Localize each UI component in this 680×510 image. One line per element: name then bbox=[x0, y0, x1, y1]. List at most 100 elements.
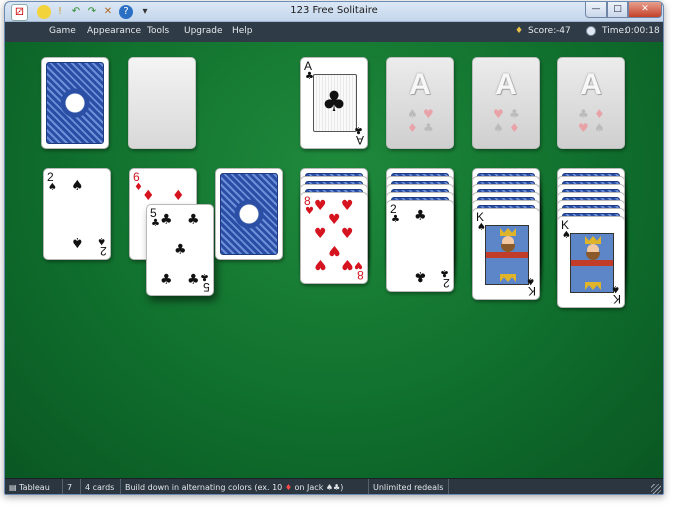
tableau-6-king-spades[interactable]: K ♠ K ♠ bbox=[472, 208, 540, 300]
placeholder-spade-icon: ♠ bbox=[493, 121, 504, 135]
foundation-a-mark: A bbox=[580, 68, 602, 101]
card-pip: ♣ bbox=[160, 272, 173, 288]
card-rank: K bbox=[612, 292, 621, 306]
crown-icon bbox=[585, 282, 601, 290]
crown-icon bbox=[500, 228, 516, 236]
card-rank: 2 bbox=[443, 276, 450, 290]
placeholder-club-icon: ♣ bbox=[509, 107, 520, 121]
tableau-icon: ▤ bbox=[9, 483, 20, 492]
tools-icon[interactable]: ✕ bbox=[101, 5, 115, 19]
card-pip: ♠ bbox=[71, 178, 84, 194]
status-column: 7 bbox=[63, 479, 81, 494]
redo-icon[interactable]: ↷ bbox=[85, 5, 99, 19]
tableau-3-face-down[interactable] bbox=[215, 168, 283, 260]
card-pip: ♥ bbox=[314, 198, 327, 214]
foundation-a-mark: A bbox=[495, 68, 517, 101]
new-game-icon[interactable] bbox=[37, 5, 51, 19]
placeholder-heart-icon: ♥ bbox=[493, 107, 504, 121]
card-pip: ♥ bbox=[341, 198, 354, 214]
card-rank: A bbox=[355, 133, 364, 147]
card-suit: ♠ bbox=[526, 275, 535, 286]
game-table: A ♣ ♣ A ♣ A ♠ ♥ ♦ ♣ A ♥ ♣ ♠ ♦ A ♣ ♦ ♥ ♠ bbox=[5, 42, 663, 478]
card-rank: 8 bbox=[357, 268, 364, 282]
resize-grip-icon[interactable] bbox=[651, 484, 661, 494]
score-value: -47 bbox=[556, 26, 571, 36]
menu-bar: Game Appearance Tools Upgrade Help ♦ Sco… bbox=[5, 22, 663, 42]
placeholder-heart-icon: ♥ bbox=[578, 121, 589, 135]
card-suit: ♠ bbox=[611, 283, 620, 294]
status-redeals: Unlimited redeals bbox=[369, 479, 449, 494]
king-beard bbox=[501, 244, 515, 252]
card-pip: ♥ bbox=[328, 242, 341, 258]
maximize-button[interactable]: □ bbox=[607, 2, 628, 18]
placeholder-spade-icon: ♠ bbox=[407, 107, 418, 121]
card-pip: ♣ bbox=[414, 268, 427, 284]
minimize-button[interactable]: — bbox=[585, 2, 607, 18]
menu-tools[interactable]: Tools bbox=[147, 26, 169, 36]
score-label: Score: bbox=[528, 26, 557, 36]
foundation-empty-3[interactable]: A ♥ ♣ ♠ ♦ bbox=[472, 57, 540, 149]
card-suit: ♥ bbox=[305, 206, 314, 217]
close-button[interactable]: ✕ bbox=[628, 2, 662, 18]
status-mode: ▤ Tableau bbox=[5, 479, 63, 494]
time-value: 0:00:18 bbox=[625, 26, 660, 36]
waste-pile-empty[interactable] bbox=[128, 57, 196, 149]
card-pip: ♣ bbox=[414, 208, 427, 224]
foundation-empty-2[interactable]: A ♠ ♥ ♦ ♣ bbox=[386, 57, 454, 149]
card-pip: ♥ bbox=[328, 212, 341, 228]
placeholder-diamond-icon: ♦ bbox=[594, 107, 605, 121]
undo-icon[interactable]: ↶ bbox=[69, 5, 83, 19]
customize-dropdown-icon[interactable]: ▾ bbox=[141, 5, 149, 19]
crown-icon bbox=[585, 236, 601, 244]
king-portrait bbox=[570, 233, 614, 293]
help-icon[interactable]: ? bbox=[119, 5, 133, 19]
menu-upgrade[interactable]: Upgrade bbox=[184, 26, 222, 36]
tableau-7-king-spades[interactable]: K ♠ K ♠ bbox=[557, 216, 625, 308]
stock-pile[interactable] bbox=[41, 57, 109, 149]
tableau-5-two-clubs[interactable]: 2 ♣ ♣ ♣ 2 ♣ bbox=[386, 200, 454, 292]
time-label: Time: bbox=[602, 26, 628, 36]
card-suit: ♠ bbox=[48, 182, 57, 193]
card-pip: ♥ bbox=[314, 256, 327, 272]
card-suit: ♣ bbox=[354, 124, 363, 135]
card-suit: ♣ bbox=[391, 214, 400, 225]
card-rank: 2 bbox=[100, 244, 107, 258]
title-bar: ⚂ ! ↶ ↷ ✕ ? ▾ 123 Free Solitaire — □ ✕ bbox=[5, 2, 663, 22]
foundation-ace-clubs[interactable]: A ♣ ♣ A ♣ bbox=[300, 57, 368, 149]
placeholder-club-icon: ♣ bbox=[423, 121, 434, 135]
card-pip: ♠ bbox=[71, 234, 84, 250]
tableau-1-two-spades[interactable]: 2 ♠ ♠ ♠ 2 ♠ bbox=[43, 168, 111, 260]
clock-icon bbox=[586, 26, 596, 36]
app-dice-icon[interactable]: ⚂ bbox=[11, 4, 28, 21]
card-pip: ♣ bbox=[160, 212, 173, 228]
foundation-a-mark: A bbox=[409, 68, 431, 101]
card-pip: ♣ bbox=[187, 272, 200, 288]
rule-text: on Jack ♠♣) bbox=[294, 483, 344, 492]
placeholder-club-icon: ♣ bbox=[578, 107, 589, 121]
menu-game[interactable]: Game bbox=[49, 26, 76, 36]
dragged-five-clubs[interactable]: 5 ♣ ♣ ♣ ♣ ♣ ♣ 5 ♣ bbox=[146, 204, 214, 296]
ace-center-suit: ♣ bbox=[321, 85, 347, 118]
card-rank: K bbox=[527, 284, 536, 298]
hint-icon[interactable]: ! bbox=[53, 5, 67, 19]
foundation-empty-4[interactable]: A ♣ ♦ ♥ ♠ bbox=[557, 57, 625, 149]
card-suit: ♠ bbox=[97, 235, 106, 246]
menu-appearance[interactable]: Appearance bbox=[87, 26, 141, 36]
menu-help[interactable]: Help bbox=[232, 26, 253, 36]
placeholder-heart-icon: ♥ bbox=[423, 107, 434, 121]
placeholder-diamond-icon: ♦ bbox=[407, 121, 418, 135]
card-pip: ♦ bbox=[172, 188, 185, 204]
card-suit: ♣ bbox=[440, 267, 449, 278]
card-pip: ♦ bbox=[142, 188, 155, 204]
card-pip: ♥ bbox=[341, 256, 354, 272]
status-card-count: 4 cards bbox=[81, 479, 121, 494]
king-portrait bbox=[485, 225, 529, 285]
tableau-4-eight-hearts[interactable]: 8 ♥ ♥ ♥ ♥ ♥ ♥ ♥ ♥ ♥ 8 ♥ bbox=[300, 192, 368, 284]
king-beard bbox=[586, 252, 600, 260]
placeholder-spade-icon: ♠ bbox=[594, 121, 605, 135]
diamond-icon: ♦ bbox=[284, 483, 292, 492]
card-pip: ♥ bbox=[341, 226, 354, 242]
score-icon: ♦ bbox=[515, 26, 524, 36]
card-suit: ♥ bbox=[354, 259, 363, 270]
card-rank: 5 bbox=[203, 280, 210, 294]
